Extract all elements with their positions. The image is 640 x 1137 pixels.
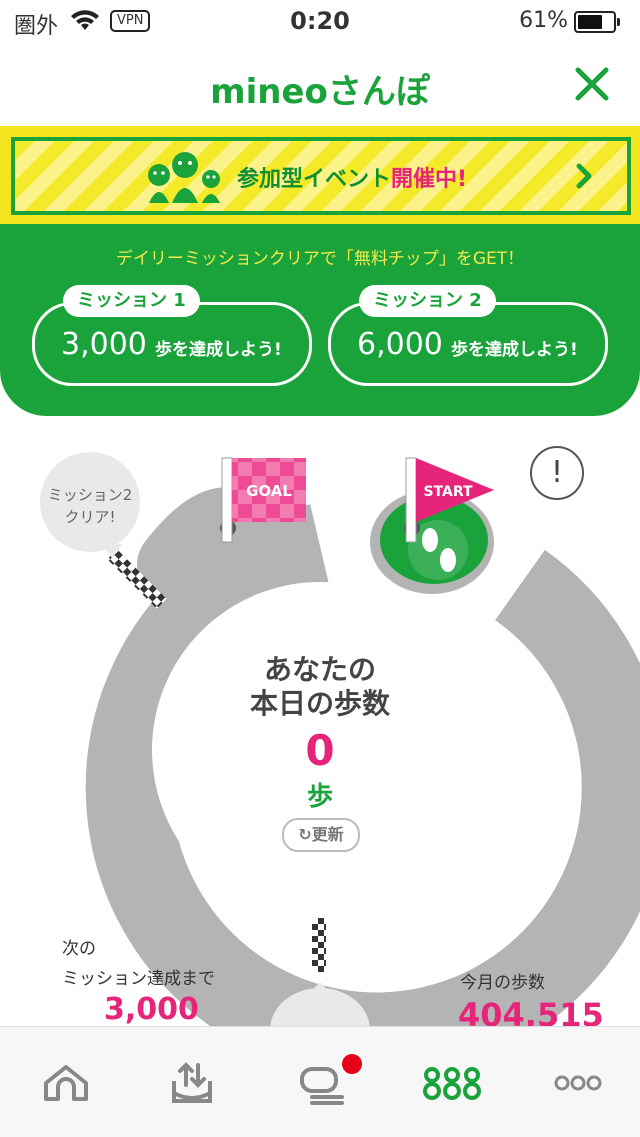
event-banner-label: 参加型イベント開催中! [237, 161, 467, 193]
next-mission-value: 3,000 [104, 992, 199, 1027]
today-steps-unit: 歩 [306, 782, 333, 812]
today-label-line2: 本日の歩数 [249, 687, 390, 720]
event-banner[interactable]: 参加型イベント開催中! [11, 137, 631, 215]
mission-panel: デイリーミッションクリアで「無料チップ」をGET！ ミッション 1 3,000 … [0, 224, 640, 416]
info-button[interactable]: ! [530, 446, 584, 500]
event-banner-area: 参加型イベント開催中! [0, 126, 640, 224]
mission-steps: 6,000 [357, 327, 443, 362]
mission-steps: 3,000 [61, 327, 147, 362]
today-steps: 0 [305, 726, 335, 775]
mission-tag: ミッション 1 [63, 285, 200, 317]
next-mission-label-line1: 次の [62, 939, 96, 959]
page-title: mineoさんぽ [210, 72, 430, 112]
battery-icon [574, 11, 620, 33]
mission-notice: デイリーミッションクリアで「無料チップ」をGET！ [115, 249, 525, 269]
mission-card-1[interactable]: ミッション 1 3,000 歩を達成しよう! [32, 285, 312, 386]
refresh-label: 更新 [311, 825, 344, 844]
walk-dots-icon[interactable] [420, 1057, 481, 1109]
refresh-icon: ↻ [298, 825, 312, 844]
more-icon[interactable] [552, 1057, 604, 1109]
notification-badge [340, 1052, 364, 1076]
mission2-clear-bubble: ミッション2 クリア! [40, 452, 140, 558]
bubble-text: ミッション2 クリア! [47, 486, 133, 526]
app-header: mineoさんぽ [0, 42, 640, 126]
mission-tag: ミッション 2 [359, 285, 496, 317]
battery-percent: 61% [519, 8, 568, 33]
refresh-button[interactable]: ↻更新 [282, 818, 360, 852]
goal-label: GOAL [246, 482, 292, 500]
close-icon[interactable] [572, 64, 612, 104]
event-label-prefix: 参加型イベント [237, 167, 392, 192]
home-icon[interactable] [40, 1057, 92, 1109]
month-steps-label: 今月の歩数 [460, 973, 545, 993]
next-mission-label-line2: ミッション達成まで [62, 969, 215, 989]
tab-bar [0, 1026, 640, 1137]
mission-unit: 歩を達成しよう! [155, 340, 282, 360]
next-mission-label: 次の ミッション達成まで [62, 934, 215, 994]
status-bar: 圏外 VPN 0:20 61% [0, 0, 640, 42]
start-label: START [423, 484, 473, 500]
mascots-icon [145, 151, 225, 203]
upload-tray-icon[interactable] [166, 1057, 218, 1109]
chevron-right-icon [573, 161, 597, 191]
event-label-highlight: 開催中! [391, 167, 468, 192]
mission-unit: 歩を達成しよう! [451, 340, 578, 360]
mission-card-2[interactable]: ミッション 2 6,000 歩を達成しよう! [328, 285, 608, 386]
